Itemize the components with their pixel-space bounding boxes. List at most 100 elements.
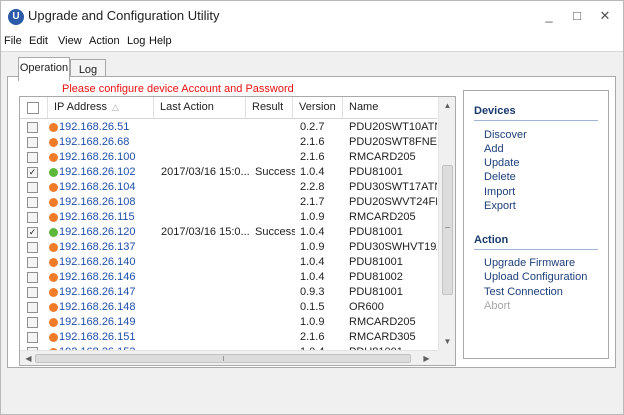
- row-checkbox[interactable]: [27, 197, 38, 208]
- table-row[interactable]: 192.168.26.148 0.1.5 OR600: [20, 300, 437, 315]
- export-link[interactable]: Export: [484, 200, 516, 212]
- row-checkbox[interactable]: [27, 317, 38, 328]
- test-connection-link[interactable]: Test Connection: [484, 286, 563, 298]
- select-all-cell: [20, 97, 48, 118]
- row-checkbox[interactable]: ✓: [27, 167, 38, 178]
- cell-name: PDU20SWT10ATNET: [349, 121, 437, 133]
- upload-configuration-link[interactable]: Upload Configuration: [484, 271, 587, 283]
- table-row[interactable]: 192.168.26.151 2.1.6 RMCARD305: [20, 330, 437, 345]
- cell-result: [255, 285, 295, 300]
- status-dot-icon: [49, 333, 58, 342]
- cell-name: PDU20SWVT24FNET: [349, 196, 437, 208]
- table-row[interactable]: 192.168.26.104 2.2.8 PDU30SWT17ATNET: [20, 180, 437, 195]
- row-checkbox[interactable]: [27, 212, 38, 223]
- cell-version: 1.0.9: [300, 241, 325, 253]
- add-link[interactable]: Add: [484, 143, 504, 155]
- cell-ip-address: 192.168.26.51: [59, 121, 130, 133]
- cell-ip-address: 192.168.26.148: [59, 301, 136, 313]
- cell-result: [255, 180, 295, 195]
- delete-link[interactable]: Delete: [484, 171, 516, 183]
- table-row[interactable]: 192.168.26.137 1.0.9 PDU30SWHVT19AT...: [20, 240, 437, 255]
- column-name[interactable]: Name: [343, 97, 437, 118]
- row-checkbox[interactable]: [27, 242, 38, 253]
- vertical-scroll-thumb[interactable]: [442, 165, 453, 295]
- horizontal-scrollbar[interactable]: ◀ ▶: [20, 350, 438, 365]
- menu-edit[interactable]: Edit: [29, 35, 48, 47]
- menu-action[interactable]: Action: [89, 35, 120, 47]
- column-version[interactable]: Version: [293, 97, 343, 118]
- scroll-right-icon[interactable]: ▶: [418, 351, 435, 365]
- close-button[interactable]: ✕: [593, 5, 617, 27]
- vertical-scrollbar[interactable]: ▲ ▼: [438, 97, 455, 351]
- row-checkbox[interactable]: [27, 137, 38, 148]
- tab-operation[interactable]: Operation: [18, 57, 70, 81]
- minimize-button[interactable]: _: [537, 5, 561, 27]
- table-row[interactable]: ✓ 192.168.26.120 2017/03/16 15:0... Success…: [20, 225, 437, 240]
- import-link[interactable]: Import: [484, 186, 515, 198]
- row-checkbox[interactable]: [27, 122, 38, 133]
- cell-ip-address: 192.168.26.68: [59, 136, 130, 148]
- scroll-up-icon[interactable]: ▲: [439, 97, 455, 114]
- table-row[interactable]: ✓ 192.168.26.102 2017/03/16 15:0... Success…: [20, 165, 437, 180]
- cell-result: [255, 330, 295, 345]
- cell-version: 0.1.5: [300, 301, 325, 313]
- upgrade-firmware-link[interactable]: Upgrade Firmware: [484, 257, 575, 269]
- table-row[interactable]: 192.168.26.147 0.9.3 PDU81001: [20, 285, 437, 300]
- row-checkbox[interactable]: [27, 257, 38, 268]
- table-row[interactable]: 192.168.26.140 1.0.4 PDU81001: [20, 255, 437, 270]
- menu-log[interactable]: Log: [127, 35, 145, 47]
- table-row[interactable]: 192.168.26.115 1.0.9 RMCARD205: [20, 210, 437, 225]
- status-dot-icon: [49, 168, 58, 177]
- status-dot-icon: [49, 183, 58, 192]
- cell-result: [255, 120, 295, 135]
- column-result[interactable]: Result: [246, 97, 293, 118]
- row-checkbox[interactable]: [27, 287, 38, 298]
- table-row[interactable]: 192.168.26.108 2.1.7 PDU20SWVT24FNET: [20, 195, 437, 210]
- table-row[interactable]: 192.168.26.51 0.2.7 PDU20SWT10ATNET: [20, 120, 437, 135]
- column-ip-address-label: IP Address: [54, 101, 107, 113]
- row-checkbox[interactable]: [27, 332, 38, 343]
- sort-ascending-icon: △: [112, 102, 119, 112]
- cell-version: 1.0.4: [300, 166, 325, 178]
- cell-name: RMCARD205: [349, 316, 416, 328]
- cell-name: RMCARD305: [349, 331, 416, 343]
- row-checkbox[interactable]: [27, 272, 38, 283]
- cell-ip-address: 192.168.26.100: [59, 151, 136, 163]
- scroll-down-icon[interactable]: ▼: [439, 333, 455, 350]
- menu-help[interactable]: Help: [149, 35, 172, 47]
- action-heading: Action: [474, 234, 509, 246]
- cell-ip-address: 192.168.26.147: [59, 286, 136, 298]
- horizontal-scroll-thumb[interactable]: [35, 354, 411, 363]
- row-checkbox[interactable]: [27, 152, 38, 163]
- cell-last-action: 2017/03/16 15:0...: [161, 166, 249, 178]
- cell-version: 2.1.6: [300, 331, 325, 343]
- column-ip-address[interactable]: IP Address △: [48, 97, 154, 118]
- row-checkbox[interactable]: ✓: [27, 227, 38, 238]
- cell-last-action: [161, 195, 249, 210]
- cell-ip-address: 192.168.26.137: [59, 241, 136, 253]
- column-last-action[interactable]: Last Action: [154, 97, 246, 118]
- row-checkbox[interactable]: [27, 182, 38, 193]
- cell-name: PDU81001: [349, 226, 403, 238]
- title-bar[interactable]: U Upgrade and Configuration Utility _ □ …: [1, 1, 623, 33]
- maximize-button[interactable]: □: [565, 5, 589, 27]
- status-dot-icon: [49, 273, 58, 282]
- cell-last-action: [161, 315, 249, 330]
- discover-link[interactable]: Discover: [484, 129, 527, 141]
- cell-ip-address: 192.168.26.104: [59, 181, 136, 193]
- menu-view[interactable]: View: [58, 35, 82, 47]
- cell-version: 1.0.4: [300, 256, 325, 268]
- cell-name: PDU30SWHVT19AT...: [349, 241, 437, 253]
- menu-file[interactable]: File: [4, 35, 22, 47]
- select-all-checkbox[interactable]: [27, 102, 39, 114]
- table-row[interactable]: 192.168.26.149 1.0.9 RMCARD205: [20, 315, 437, 330]
- row-checkbox[interactable]: [27, 302, 38, 313]
- cell-ip-address: 192.168.26.146: [59, 271, 136, 283]
- update-link[interactable]: Update: [484, 157, 519, 169]
- table-row[interactable]: 192.168.26.146 1.0.4 PDU81002: [20, 270, 437, 285]
- table-row[interactable]: 192.168.26.100 2.1.6 RMCARD205: [20, 150, 437, 165]
- table-row[interactable]: 192.168.26.68 2.1.6 PDU20SWT8FNET: [20, 135, 437, 150]
- cell-version: 1.0.9: [300, 316, 325, 328]
- abort-link: Abort: [484, 300, 511, 312]
- cell-version: 2.1.6: [300, 151, 325, 163]
